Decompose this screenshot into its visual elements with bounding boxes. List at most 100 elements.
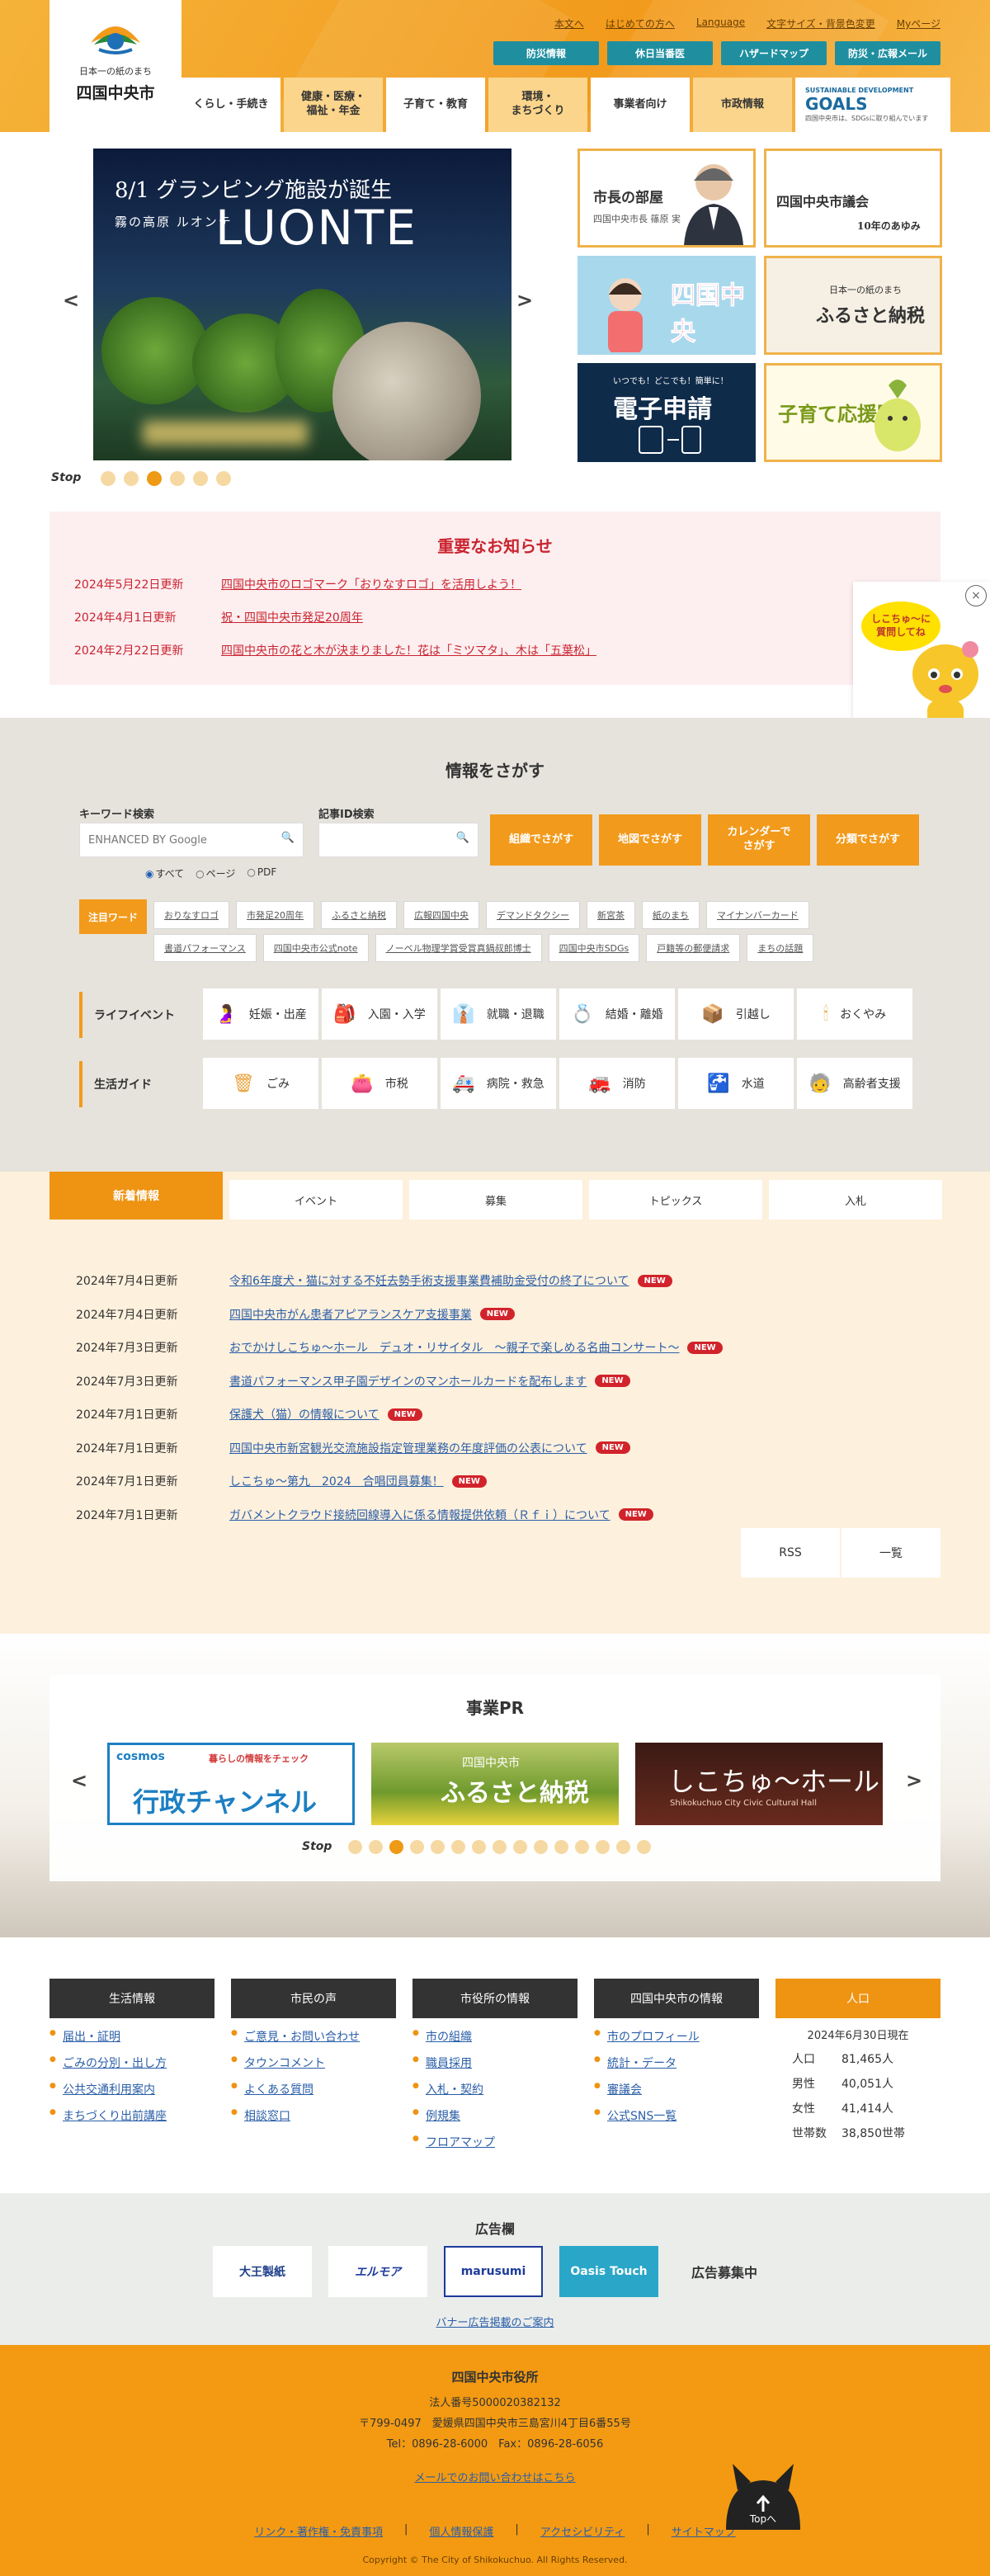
pr-dot[interactable] — [410, 1840, 424, 1854]
ad-guide-link[interactable]: バナー広告掲載のご案内 — [0, 2314, 990, 2329]
pr-prev-button[interactable]: < — [71, 1769, 87, 1792]
life-event-button[interactable]: 🎒 入園・入学 — [322, 988, 437, 1040]
rss-button[interactable]: RSS — [741, 1528, 840, 1578]
back-to-top-button[interactable]: Topへ — [718, 2457, 808, 2531]
pr-dot[interactable] — [431, 1840, 445, 1854]
slider-prev-button[interactable]: < — [63, 289, 79, 312]
footer-link[interactable]: 例規集 — [412, 2107, 578, 2124]
footer-link[interactable]: ごみの分別・出し方 — [50, 2055, 214, 2071]
radio-all[interactable]: すべて — [145, 866, 184, 880]
slider-stop-button[interactable]: Stop — [51, 471, 81, 484]
nav-health[interactable]: 健康・医療・ 福祉・年金 — [284, 78, 383, 132]
news-link[interactable]: 保護犬（猫）の情報について — [229, 1406, 380, 1422]
hazard-map-button[interactable]: ハザードマップ — [721, 41, 827, 65]
tab-events[interactable]: イベント — [229, 1180, 403, 1220]
disaster-mail-button[interactable]: 防災・広報メール — [835, 41, 940, 65]
footer-link[interactable]: フロアマップ — [412, 2134, 578, 2150]
search-icon[interactable]: 🔍 — [456, 832, 469, 844]
living-guide-button[interactable]: 🚒 消防 — [559, 1058, 675, 1109]
life-event-button[interactable]: 👔 就職・退職 — [441, 988, 556, 1040]
slider-dot[interactable] — [216, 471, 231, 486]
pr-dot[interactable] — [554, 1840, 568, 1854]
ad-daio-paper[interactable]: 大王製紙 — [213, 2246, 312, 2297]
featured-word-tag[interactable]: 戸籍等の郵便請求 — [646, 934, 741, 962]
news-link[interactable]: おでかけしこちゅ～ホール デュオ・リサイタル ～親子で楽しめる名曲コンサート～ — [229, 1339, 679, 1356]
living-guide-button[interactable]: 🚑 病院・救急 — [441, 1058, 556, 1109]
font-size-color-link[interactable]: 文字サイズ・背景色変更 — [766, 17, 875, 31]
featured-word-tag[interactable]: 四国中央市公式note — [262, 934, 369, 962]
link-accessibility[interactable]: アクセシビリティ — [540, 2523, 625, 2539]
tab-new-info[interactable]: 新着情報 — [50, 1172, 223, 1220]
footer-link[interactable]: 入札・契約 — [412, 2081, 578, 2097]
featured-word-tag[interactable]: ふるさと納税 — [321, 901, 397, 929]
pr-dot[interactable] — [616, 1840, 630, 1854]
tab-topics[interactable]: トピックス — [589, 1180, 762, 1220]
news-link[interactable]: 令和6年度犬・猫に対する不妊去勢手術支援事業費補助金受付の終了について — [229, 1272, 629, 1289]
ad-elmore[interactable]: エルモア — [328, 2246, 427, 2297]
ad-recruitment[interactable]: 広告募集中 — [675, 2246, 774, 2297]
footer-link[interactable]: 相談窓口 — [231, 2107, 396, 2124]
pr-dot[interactable] — [389, 1840, 403, 1854]
link-privacy[interactable]: 個人情報保護 — [429, 2523, 493, 2539]
living-guide-button[interactable]: 🗑 ごみ — [203, 1058, 318, 1109]
tile-childcare-support[interactable]: 子育て応援隊 — [764, 363, 942, 462]
news-link[interactable]: 四国中央市がん患者アピアランスケア支援事業 — [229, 1306, 472, 1323]
search-by-calendar-button[interactable]: カレンダーで さがす — [708, 814, 810, 866]
my-page-link[interactable]: Myページ — [897, 17, 940, 31]
footer-link[interactable]: よくある質問 — [231, 2081, 396, 2097]
pr-banner-civic-hall[interactable]: しこちゅ～ホール Shikokuchuo City Civic Cultural… — [635, 1743, 883, 1825]
search-icon[interactable]: 🔍 — [281, 832, 295, 844]
tab-bids[interactable]: 入札 — [769, 1180, 942, 1220]
close-banner-button[interactable]: × — [965, 585, 987, 606]
tab-recruit[interactable]: 募集 — [409, 1180, 582, 1220]
slider-dot[interactable] — [193, 471, 208, 486]
site-logo[interactable]: 日本一の紙のまち 四国中央市 — [50, 0, 182, 132]
tile-e-application[interactable]: いつでも！どこでも！簡単に！ 電子申請 — [578, 363, 756, 462]
featured-word-tag[interactable]: 市発足20周年 — [236, 901, 314, 929]
featured-word-tag[interactable]: 広報四国中央 — [403, 901, 479, 929]
search-by-map-button[interactable]: 地図でさがす — [599, 814, 701, 866]
first-time-link[interactable]: はじめての方へ — [606, 17, 675, 31]
featured-word-tag[interactable]: おりなすロゴ — [153, 901, 229, 929]
news-link[interactable]: 書道パフォーマンス甲子園デザインのマンホールカードを配布します — [229, 1373, 587, 1389]
article-id-input[interactable]: 🔍 — [318, 823, 478, 857]
footer-link[interactable]: 届出・証明 — [50, 2028, 214, 2045]
footer-link[interactable]: 市のプロフィール — [594, 2028, 759, 2045]
slider-next-button[interactable]: > — [516, 289, 533, 312]
pr-dot[interactable] — [637, 1840, 651, 1854]
skip-to-content-link[interactable]: 本文へ — [554, 17, 584, 31]
pr-dot[interactable] — [472, 1840, 486, 1854]
search-by-department-button[interactable]: 組織でさがす — [490, 814, 592, 866]
footer-link[interactable]: まちづくり出前講座 — [50, 2107, 214, 2124]
pr-banner-furusato[interactable]: 四国中央市 ふるさと納税 — [371, 1743, 619, 1825]
life-event-button[interactable]: 🤰 妊娠・出産 — [203, 988, 318, 1040]
tile-shikoku-chuo[interactable]: 四国中央 — [578, 256, 756, 355]
news-link[interactable]: ガバメントクラウド接続回線導入に係る情報提供依頼（Ｒｆｉ）について — [229, 1507, 610, 1523]
tile-council[interactable]: 四国中央市議会 10年のあゆみ — [764, 149, 942, 248]
news-link[interactable]: 四国中央市新宮観光交流施設指定管理業務の年度評価の公表について — [229, 1440, 587, 1456]
slider-dot[interactable] — [124, 471, 139, 486]
life-event-button[interactable]: 🕯 おくやみ — [797, 988, 912, 1040]
nav-childcare[interactable]: 子育て・教育 — [386, 78, 485, 132]
pr-dot[interactable] — [534, 1840, 548, 1854]
featured-word-tag[interactable]: まちの話題 — [747, 934, 814, 962]
featured-word-tag[interactable]: マイナンバーカード — [706, 901, 809, 929]
slider-dot[interactable] — [147, 471, 162, 486]
pr-stop-button[interactable]: Stop — [302, 1840, 332, 1853]
tile-furusato[interactable]: 日本一の紙のまち ふるさと納税 — [764, 256, 942, 355]
main-slide[interactable]: 8/1 グランピング施設が誕生 霧の高原 ルオンテ LUONTE — [93, 149, 512, 460]
ad-oasis-touch[interactable]: Oasis Touch — [559, 2246, 658, 2297]
link-copyright[interactable]: リンク・著作権・免責事項 — [254, 2523, 383, 2539]
footer-link[interactable]: タウンコメント — [231, 2055, 396, 2071]
footer-link[interactable]: 公式SNS一覧 — [594, 2107, 759, 2124]
living-guide-button[interactable]: 🧓 高齢者支援 — [797, 1058, 912, 1109]
footer-link[interactable]: 市の組織 — [412, 2028, 578, 2045]
notice-link[interactable]: 四国中央市の花と木が決まりました！花は「ミツマタ」、木は「五葉松」 — [221, 642, 596, 658]
news-link[interactable]: しこちゅ～第九 2024 合唱団員募集！ — [229, 1473, 444, 1489]
featured-word-tag[interactable]: 書道パフォーマンス — [153, 934, 257, 962]
news-list-button[interactable]: 一覧 — [842, 1528, 940, 1578]
nav-city-info[interactable]: 市政情報 — [693, 78, 792, 132]
pr-dot[interactable] — [493, 1840, 507, 1854]
footer-link[interactable]: 職員採用 — [412, 2055, 578, 2071]
living-guide-button[interactable]: 🚰 水道 — [678, 1058, 794, 1109]
